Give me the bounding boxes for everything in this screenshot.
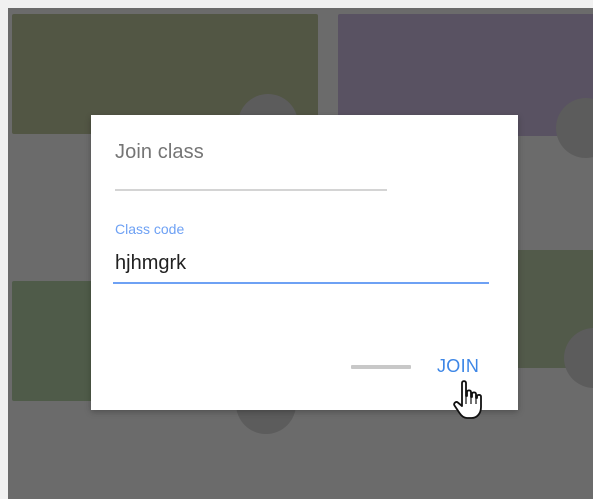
class-code-underline <box>113 282 489 284</box>
dialog-title: Join class <box>115 141 204 163</box>
class-code-label: Class code <box>115 221 185 237</box>
cancel-button[interactable] <box>349 353 413 381</box>
hand-pointer-icon <box>453 380 482 419</box>
cancel-button-label <box>351 365 411 369</box>
class-code-input[interactable] <box>113 245 489 281</box>
title-divider <box>115 189 387 191</box>
join-class-dialog: Join class Class code JOIN <box>91 115 518 410</box>
join-button[interactable]: JOIN <box>429 351 487 381</box>
